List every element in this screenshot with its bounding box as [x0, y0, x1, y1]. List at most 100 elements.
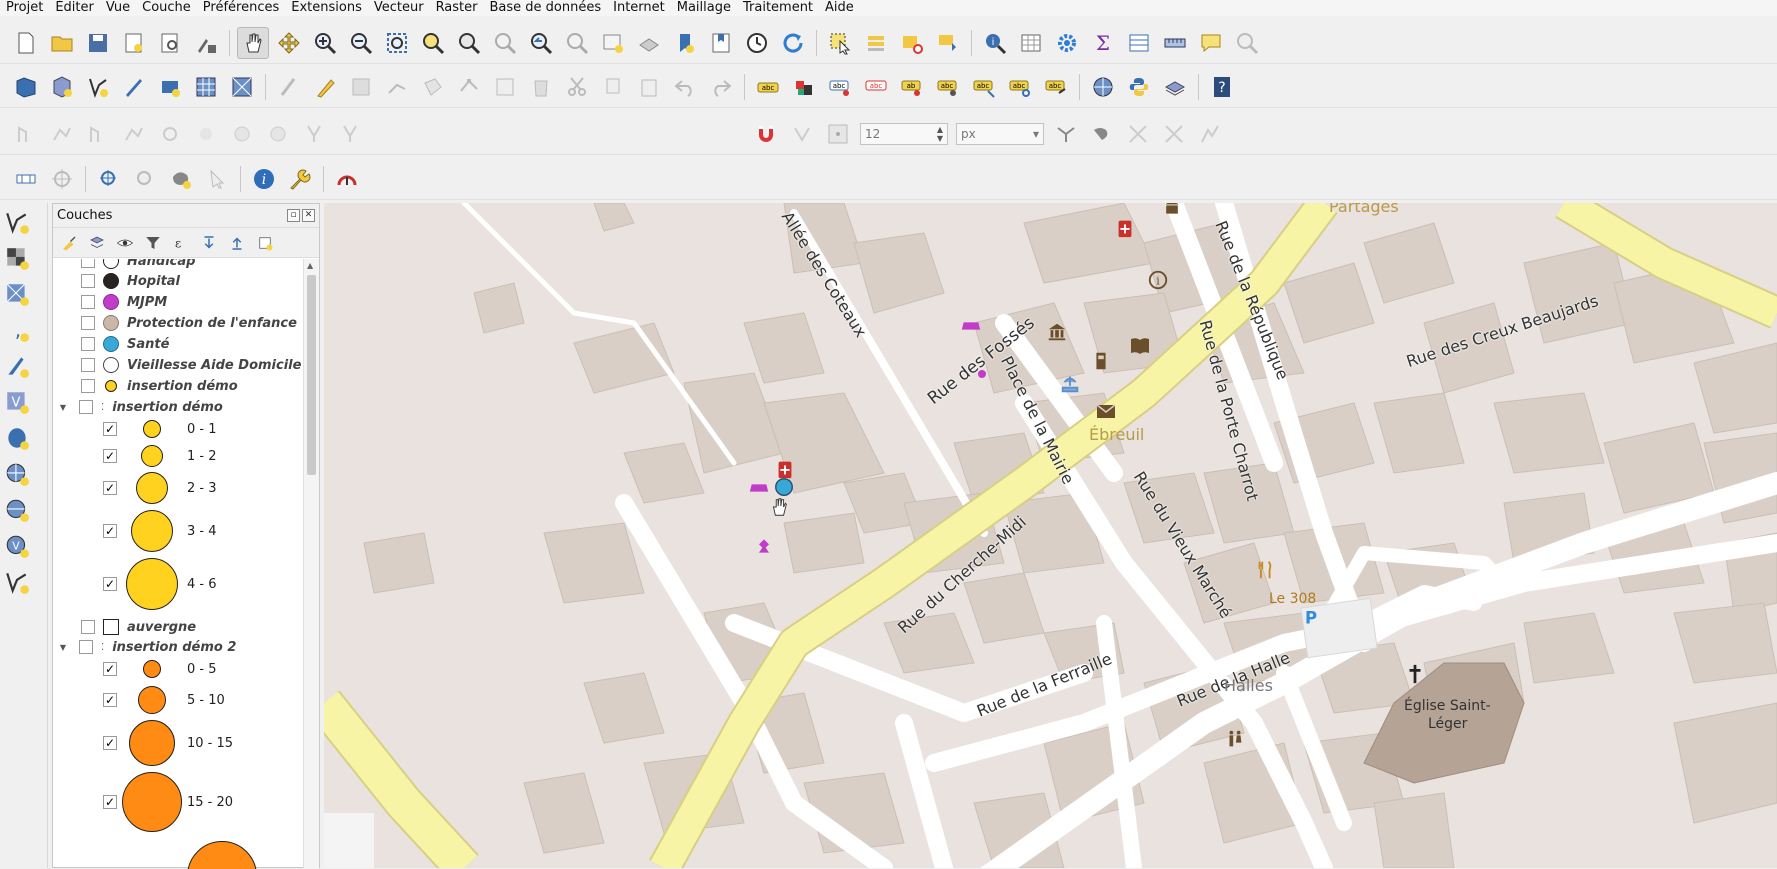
layer-group-row[interactable]: ▼ ⁚ insertion démo 2	[57, 637, 237, 657]
copy-features-icon[interactable]	[597, 71, 629, 103]
delete-selected-icon[interactable]	[525, 71, 557, 103]
gear-icon[interactable]	[1051, 27, 1083, 59]
church-cross-icon[interactable]	[1404, 663, 1428, 687]
virtual-layer-icon[interactable]	[154, 71, 186, 103]
pan-to-feature-icon[interactable]	[129, 163, 161, 195]
legend-class-row[interactable]: 0 - 5	[103, 656, 217, 682]
layer-row[interactable]: MJPM	[81, 292, 167, 312]
statistics-sigma-icon[interactable]: Σ	[1087, 27, 1119, 59]
show-bookmarks-icon[interactable]	[705, 27, 737, 59]
fountain-icon[interactable]	[1059, 373, 1083, 397]
layer-row[interactable]: insertion démo	[81, 376, 238, 396]
add-line-icon[interactable]	[381, 71, 413, 103]
topological-editing-icon[interactable]	[1050, 118, 1082, 150]
digitize-tool-7-icon[interactable]	[226, 118, 258, 150]
menu-raster[interactable]: Raster	[430, 0, 484, 16]
collapse-all-icon[interactable]	[225, 231, 249, 255]
remove-layer-icon[interactable]	[253, 231, 277, 255]
layer-checkbox[interactable]	[81, 620, 95, 634]
save-project-icon[interactable]	[82, 27, 114, 59]
add-group-icon[interactable]	[85, 231, 109, 255]
menu-maillage[interactable]: Maillage	[671, 0, 737, 16]
gauge-icon[interactable]	[331, 163, 363, 195]
rotate-label-icon[interactable]: abc	[1004, 71, 1036, 103]
layer-row[interactable]: auvergne	[81, 617, 196, 637]
mesh-layer-icon[interactable]	[226, 71, 258, 103]
new-shapefile-icon[interactable]	[82, 71, 114, 103]
move-label-icon[interactable]: abc	[968, 71, 1000, 103]
town-hall-icon[interactable]	[1162, 203, 1186, 221]
expand-all-icon[interactable]	[197, 231, 221, 255]
digitize-tool-9-icon[interactable]	[298, 118, 330, 150]
new-project-icon[interactable]	[10, 27, 42, 59]
toilets-icon[interactable]	[1224, 728, 1248, 752]
diagram-options-icon[interactable]	[788, 71, 820, 103]
legend-class-row[interactable]: 2 - 3	[103, 471, 217, 505]
menu-vecteur[interactable]: Vecteur	[368, 0, 430, 16]
library-icon[interactable]	[1128, 334, 1152, 358]
mjpm-marker-icon[interactable]	[960, 315, 984, 339]
select-features-icon[interactable]	[824, 27, 856, 59]
layer-checkbox[interactable]	[81, 274, 95, 288]
layer-row[interactable]: Vieillesse Aide Domicile	[81, 355, 301, 375]
self-snapping-icon[interactable]	[1158, 118, 1190, 150]
bookmark-icon[interactable]	[669, 27, 701, 59]
open-project-icon[interactable]	[46, 27, 78, 59]
refresh-icon[interactable]	[777, 27, 809, 59]
tracing-icon[interactable]	[1194, 118, 1226, 150]
crosshair-icon[interactable]	[46, 163, 78, 195]
style-layer-icon[interactable]	[57, 231, 81, 255]
menu-projet[interactable]: Projet	[0, 0, 49, 16]
post-office-icon[interactable]	[1094, 399, 1118, 423]
manage-visibility-icon[interactable]	[113, 231, 137, 255]
new-3d-view-icon[interactable]	[633, 27, 665, 59]
mjpm-marker-small-icon[interactable]	[974, 366, 998, 390]
wrench-icon[interactable]	[284, 163, 316, 195]
add-wms-icon[interactable]	[2, 457, 32, 491]
add-raster-layer-icon[interactable]	[2, 241, 32, 275]
pan-map-icon[interactable]	[237, 26, 269, 59]
digitize-tool-3-icon[interactable]	[82, 118, 114, 150]
layer-tree-scrollbar[interactable]: ▲	[303, 259, 319, 869]
digitize-tool-4-icon[interactable]	[118, 118, 150, 150]
advanced-digitizing-icon[interactable]	[10, 163, 42, 195]
class-checkbox[interactable]	[103, 481, 117, 495]
menu-editer[interactable]: Éditer	[49, 0, 100, 16]
layer-checkbox[interactable]	[81, 316, 95, 330]
snapping-type-icon[interactable]	[822, 118, 854, 150]
menu-vue[interactable]: Vue	[100, 0, 136, 16]
zoom-in-icon[interactable]	[309, 27, 341, 59]
deselect-features-icon[interactable]	[896, 27, 928, 59]
close-panel-icon[interactable]: ✕	[302, 209, 315, 222]
menu-internet[interactable]: Internet	[607, 0, 671, 16]
class-checkbox[interactable]	[103, 662, 117, 676]
style-manager-icon[interactable]	[190, 27, 222, 59]
parking-icon[interactable]: P	[1300, 606, 1324, 630]
measure-line-icon[interactable]	[1159, 27, 1191, 59]
locator-search-icon[interactable]	[1231, 27, 1263, 59]
zoom-next-icon[interactable]	[561, 27, 593, 59]
menu-preferences[interactable]: Préférences	[197, 0, 285, 16]
layer-checkbox[interactable]	[79, 400, 93, 414]
show-hide-labels-icon[interactable]: abc	[860, 71, 892, 103]
collapse-arrow-icon[interactable]: ▼	[57, 643, 69, 652]
layer-checkbox[interactable]	[81, 259, 95, 268]
info-icon[interactable]: i	[248, 163, 280, 195]
memorial-icon[interactable]	[1090, 350, 1114, 374]
legend-class-row[interactable]: 3 - 4	[103, 509, 217, 553]
snap-intersection-icon[interactable]	[1086, 118, 1118, 150]
data-source-manager-icon[interactable]	[10, 71, 42, 103]
layer-checkbox[interactable]	[81, 379, 95, 393]
digitize-tool-1-icon[interactable]	[10, 118, 42, 150]
legend-class-row[interactable]: 15 - 20	[103, 771, 233, 833]
legend-class-row[interactable]: 0 - 1	[103, 416, 217, 442]
float-panel-icon[interactable]: ▫	[287, 209, 300, 222]
add-postgis-icon[interactable]	[2, 421, 32, 455]
class-checkbox[interactable]	[103, 524, 117, 538]
legend-class-row[interactable]: 10 - 15	[103, 719, 233, 767]
identify-features-icon[interactable]: i	[979, 27, 1011, 59]
grid-layer-icon[interactable]	[190, 71, 222, 103]
layer-checkbox[interactable]	[81, 337, 95, 351]
add-virtual-layer-icon[interactable]: V	[2, 385, 32, 419]
pin-labels-icon[interactable]: ab	[896, 71, 928, 103]
